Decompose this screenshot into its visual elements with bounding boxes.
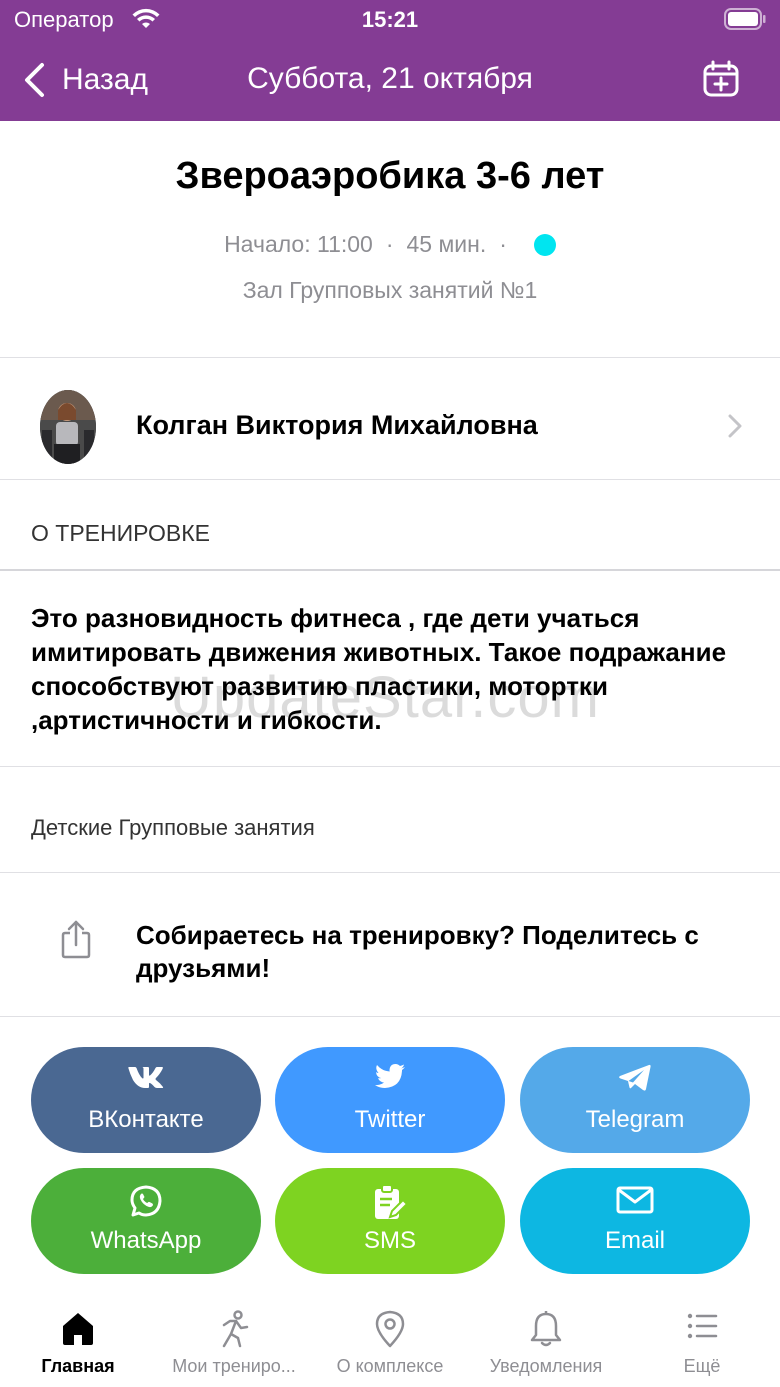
share-whatsapp-label: WhatsApp	[90, 1227, 202, 1254]
status-time: 15:21	[361, 7, 419, 32]
share-telegram-button[interactable]: Telegram	[520, 1047, 750, 1153]
divider	[0, 1016, 780, 1017]
share-email-label: Email	[604, 1227, 665, 1254]
tab-about-complex[interactable]: О комплексе	[312, 1296, 468, 1387]
tab-notifications[interactable]: Уведомления	[468, 1296, 624, 1387]
class-title: Звероаэробика 3-6 лет	[175, 155, 605, 197]
list-icon	[687, 1313, 718, 1339]
tab-my-trainings-label: Мои трениро...	[172, 1356, 296, 1376]
trainer-row[interactable]: Колган Виктория Михайловна	[0, 358, 780, 479]
share-prompt: Собираетесь на тренировку? Поделитесь с …	[0, 873, 780, 1015]
divider	[0, 569, 780, 571]
tab-my-trainings[interactable]: Мои трениро...	[156, 1296, 312, 1387]
share-email-button[interactable]: Email	[520, 1168, 750, 1274]
class-description: Это разновидность фитнеса , где дети уча…	[31, 603, 727, 735]
class-category: Детские Групповые занятия	[31, 815, 315, 840]
whatsapp-icon	[130, 1185, 162, 1217]
share-sms-label: SMS	[363, 1227, 416, 1254]
tab-home[interactable]: Главная	[0, 1296, 156, 1387]
vk-icon	[128, 1067, 164, 1088]
share-vk-button[interactable]: ВКонтакте	[31, 1047, 261, 1153]
chevron-right-icon	[728, 414, 742, 438]
twitter-icon	[375, 1064, 405, 1088]
trainer-avatar	[40, 390, 96, 464]
about-heading: О ТРЕНИРОВКЕ	[31, 520, 210, 546]
status-bar: Оператор 15:21	[0, 0, 780, 40]
meta-separator: ·	[385, 231, 394, 257]
battery-icon	[724, 8, 766, 30]
duration: 45 мин.	[406, 231, 487, 257]
tab-about-complex-label: О комплексе	[336, 1356, 444, 1376]
share-twitter-button[interactable]: Twitter	[275, 1047, 505, 1153]
start-time: Начало: 11:00	[224, 231, 373, 257]
class-header: Звероаэробика 3-6 лет Начало: 11:00 · 45…	[0, 121, 780, 357]
tab-bar: Главная Мои трениро... О комплексе Уведо…	[0, 1296, 780, 1387]
sms-icon	[375, 1184, 408, 1219]
share-twitter-label: Twitter	[354, 1106, 426, 1133]
top-bar: Оператор 15:21 Назад Суббота, 21 октября	[0, 0, 780, 121]
tab-more[interactable]: Ещё	[624, 1296, 780, 1387]
page-title: Суббота, 21 октября	[247, 62, 533, 95]
share-whatsapp-button[interactable]: WhatsApp	[31, 1168, 261, 1274]
meta-separator: ·	[499, 231, 507, 257]
divider	[0, 766, 780, 767]
bell-icon	[530, 1311, 562, 1347]
hall-name: Зал Групповых занятий №1	[242, 277, 538, 303]
tab-more-label: Ещё	[683, 1356, 721, 1376]
email-icon	[616, 1186, 654, 1214]
share-icon	[61, 920, 91, 959]
class-meta: Начало: 11:00 · 45 мин. ·	[0, 231, 780, 258]
home-icon	[63, 1313, 93, 1345]
add-to-calendar-icon[interactable]	[702, 60, 740, 98]
share-telegram-label: Telegram	[585, 1106, 685, 1133]
trainer-photo	[40, 390, 96, 464]
about-section-header: О ТРЕНИРОВКЕ	[0, 480, 780, 569]
trainer-name: Колган Виктория Михайловна	[136, 410, 538, 440]
tab-home-label: Главная	[41, 1356, 115, 1376]
status-indicator	[533, 233, 556, 256]
share-prompt-text: Собираетесь на тренировку? Поделитесь с …	[136, 920, 699, 983]
location-pin-icon	[375, 1310, 405, 1348]
share-vk-label: ВКонтакте	[88, 1106, 204, 1133]
tab-notifications-label: Уведомления	[489, 1356, 603, 1376]
share-sms-button[interactable]: SMS	[275, 1168, 505, 1274]
navigation-bar: Назад Суббота, 21 октября	[0, 40, 780, 121]
runner-icon	[222, 1310, 249, 1348]
telegram-icon	[619, 1064, 651, 1091]
